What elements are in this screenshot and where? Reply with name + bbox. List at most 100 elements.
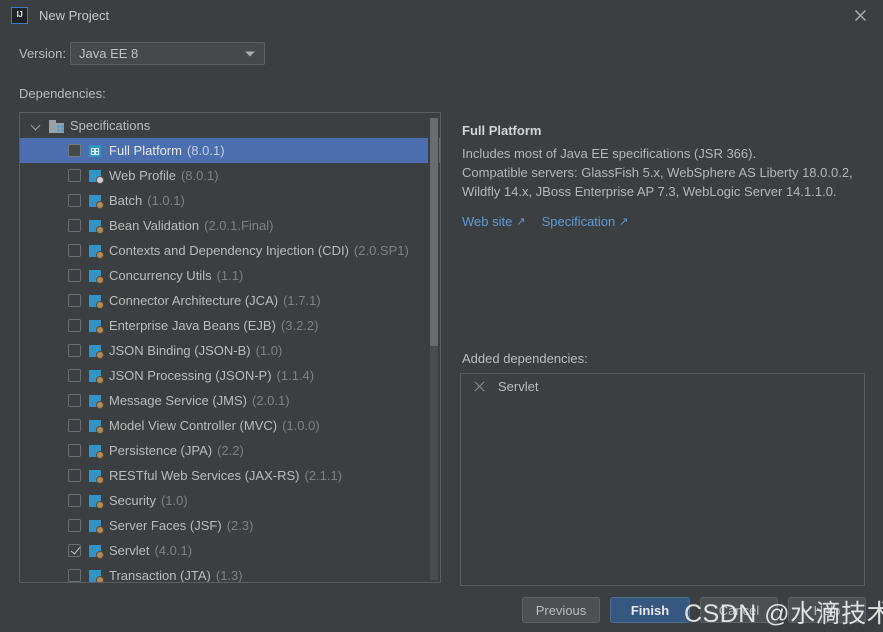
external-link[interactable]: Specification ↗ bbox=[542, 214, 629, 229]
tree-item[interactable]: Full Platform (8.0.1) bbox=[20, 138, 440, 163]
tree-item[interactable]: Server Faces (JSF) (2.3) bbox=[20, 513, 440, 538]
dependency-version: (1.7.1) bbox=[283, 293, 321, 308]
dependency-version: (4.0.1) bbox=[154, 543, 193, 558]
dependency-checkbox[interactable] bbox=[68, 144, 81, 157]
help-button[interactable]: Help bbox=[788, 597, 866, 623]
external-link[interactable]: Web site ↗ bbox=[462, 214, 526, 229]
dependency-checkbox[interactable] bbox=[68, 544, 81, 557]
new-project-dialog: IJ New Project Version: Java EE 8 Depend… bbox=[0, 0, 883, 632]
detail-title: Full Platform bbox=[462, 123, 542, 138]
tree-item[interactable]: Web Profile (8.0.1) bbox=[20, 163, 440, 188]
dependency-name: RESTful Web Services (JAX-RS) bbox=[109, 468, 300, 483]
spec-icon bbox=[89, 544, 104, 559]
spec-icon bbox=[89, 344, 104, 359]
dependency-version: (1.1.4) bbox=[276, 368, 315, 383]
specifications-folder-icon bbox=[49, 119, 65, 133]
tree-node-specifications[interactable]: Specifications bbox=[20, 113, 440, 138]
dependency-checkbox[interactable] bbox=[68, 569, 81, 582]
tree-item-list: Full Platform (8.0.1) Web Profile (8.0.1) Ba… bbox=[20, 138, 440, 582]
close-icon[interactable] bbox=[837, 0, 883, 30]
dependency-checkbox[interactable] bbox=[68, 469, 81, 482]
dependency-name: Full Platform bbox=[109, 143, 182, 158]
tree-item[interactable]: Servlet (4.0.1) bbox=[20, 538, 440, 563]
tree-item[interactable]: JSON Binding (JSON-B) (1.0) bbox=[20, 338, 440, 363]
tree-item[interactable]: JSON Processing (JSON-P) (1.1.4) bbox=[20, 363, 440, 388]
dependency-checkbox[interactable] bbox=[68, 194, 81, 207]
tree-scrollbar[interactable] bbox=[428, 114, 439, 582]
platform-icon bbox=[89, 144, 103, 158]
spec-icon bbox=[89, 219, 104, 234]
spec-icon bbox=[89, 244, 104, 259]
dependency-version: (2.0.SP1) bbox=[353, 243, 409, 258]
tree-item[interactable]: Concurrency Utils (1.1) bbox=[20, 263, 440, 288]
dependency-checkbox[interactable] bbox=[68, 344, 81, 357]
dependency-version: (2.1.1) bbox=[304, 468, 343, 483]
window-title: New Project bbox=[39, 7, 110, 23]
spec-icon bbox=[89, 369, 104, 384]
dependency-checkbox[interactable] bbox=[68, 169, 81, 182]
spec-icon bbox=[89, 294, 104, 309]
dependency-checkbox[interactable] bbox=[68, 394, 81, 407]
tree-item[interactable]: Batch (1.0.1) bbox=[20, 188, 440, 213]
link-label: Specification bbox=[541, 214, 616, 229]
dependency-name: JSON Processing (JSON-P) bbox=[109, 368, 272, 383]
dependency-checkbox[interactable] bbox=[68, 444, 81, 457]
dependencies-tree: Specifications Full Platform (8.0.1) Web P… bbox=[20, 113, 440, 582]
cancel-button[interactable]: Cancel bbox=[700, 597, 778, 623]
spec-icon bbox=[89, 469, 104, 484]
detail-description: Includes most of Java EE specifications … bbox=[462, 146, 853, 199]
spec-icon bbox=[89, 419, 104, 434]
dependency-checkbox[interactable] bbox=[68, 494, 81, 507]
tree-item[interactable]: Connector Architecture (JCA) (1.7.1) bbox=[20, 288, 440, 313]
spec-icon bbox=[89, 444, 104, 459]
tree-item[interactable]: Message Service (JMS) (2.0.1) bbox=[20, 388, 440, 413]
dependency-checkbox[interactable] bbox=[68, 219, 81, 232]
tree-item[interactable]: Enterprise Java Beans (EJB) (3.2.2) bbox=[20, 313, 440, 338]
dependency-checkbox[interactable] bbox=[68, 369, 81, 382]
added-dependency-row[interactable]: Servlet bbox=[461, 374, 864, 398]
finish-button[interactable]: Finish bbox=[610, 597, 690, 623]
close-icon[interactable] bbox=[473, 380, 486, 393]
dependency-checkbox[interactable] bbox=[68, 519, 81, 532]
dialog-button-bar: Previous Finish Cancel Help bbox=[0, 597, 883, 623]
previous-button[interactable]: Previous bbox=[522, 597, 600, 623]
dependency-version: (1.0) bbox=[255, 343, 283, 358]
added-dependency-name: Servlet bbox=[498, 378, 539, 394]
dependency-version: (8.0.1) bbox=[186, 143, 225, 158]
version-dropdown[interactable]: Java EE 8 bbox=[70, 42, 265, 65]
dependency-name: JSON Binding (JSON-B) bbox=[109, 343, 251, 358]
dependency-version: (2.0.1.Final) bbox=[204, 218, 274, 233]
dependency-version: (1.0.0) bbox=[282, 418, 320, 433]
added-dependencies-box: Servlet bbox=[460, 373, 865, 586]
dependency-name: Connector Architecture (JCA) bbox=[109, 293, 279, 308]
version-selected-value: Java EE 8 bbox=[79, 46, 139, 61]
detail-links: Web site ↗ Specification ↗ bbox=[462, 214, 629, 229]
link-label: Web site bbox=[462, 214, 513, 229]
dependency-version: (2.2) bbox=[217, 443, 244, 458]
dependency-name: Persistence (JPA) bbox=[109, 443, 213, 458]
tree-item[interactable]: Bean Validation (2.0.1.Final) bbox=[20, 213, 440, 238]
chevron-down-icon[interactable] bbox=[30, 119, 43, 132]
spec-icon bbox=[89, 269, 104, 284]
dependency-checkbox[interactable] bbox=[68, 269, 81, 282]
dependency-checkbox[interactable] bbox=[68, 294, 81, 307]
tree-item[interactable]: Model View Controller (MVC) (1.0.0) bbox=[20, 413, 440, 438]
tree-item[interactable]: Contexts and Dependency Injection (CDI) (… bbox=[20, 238, 440, 263]
tree-item[interactable]: Security (1.0) bbox=[20, 488, 440, 513]
dependency-version: (2.3) bbox=[226, 518, 254, 533]
dependency-name: Servlet bbox=[109, 543, 150, 558]
dependency-checkbox[interactable] bbox=[68, 419, 81, 432]
added-dependencies-label: Added dependencies: bbox=[462, 351, 588, 366]
tree-item[interactable]: Transaction (JTA) (1.3) bbox=[20, 563, 440, 582]
dependency-checkbox[interactable] bbox=[68, 244, 81, 257]
dependency-name: Security bbox=[109, 493, 156, 508]
tree-item[interactable]: Persistence (JPA) (2.2) bbox=[20, 438, 440, 463]
spec-icon bbox=[89, 494, 104, 509]
dependency-name: Server Faces (JSF) bbox=[109, 518, 222, 533]
dependency-name: Model View Controller (MVC) bbox=[109, 418, 278, 433]
dependency-name: Message Service (JMS) bbox=[109, 393, 247, 408]
intellij-logo-icon: IJ bbox=[11, 6, 28, 24]
dependency-checkbox[interactable] bbox=[68, 319, 81, 332]
tree-item[interactable]: RESTful Web Services (JAX-RS) (2.1.1) bbox=[20, 463, 440, 488]
tree-scrollbar-thumb[interactable] bbox=[430, 118, 438, 346]
